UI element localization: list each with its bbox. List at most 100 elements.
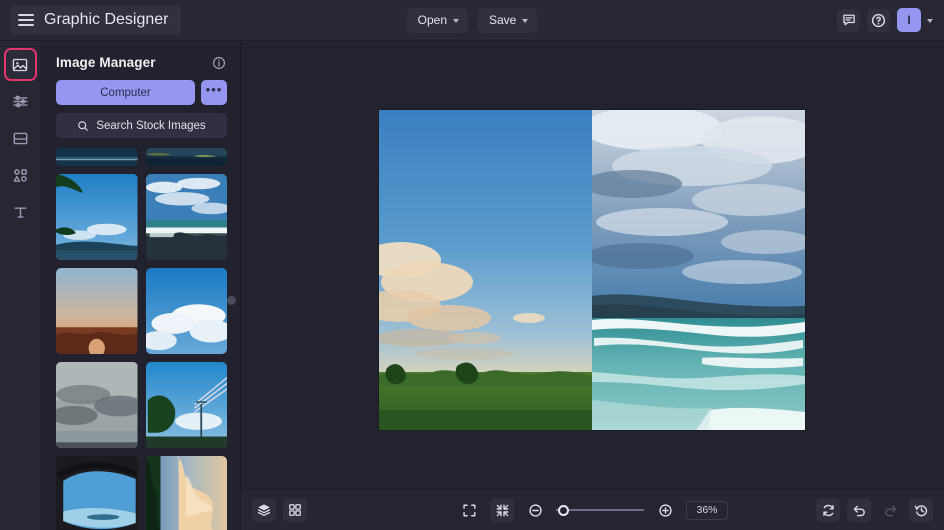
undo-arrow-icon [853,505,865,516]
tool-rail [0,41,41,530]
thumb-palm-shore-clip [145,148,227,166]
avatar-initial: I [907,13,911,27]
app-menu-button[interactable]: Graphic Designer [10,5,181,35]
chevron-down-icon [522,18,529,23]
text-t-icon [14,207,26,218]
redo-button[interactable] [878,498,902,522]
panel-header: Image Manager [41,41,240,78]
header-right-group: I [837,8,933,32]
artboard-image-left[interactable] [379,110,592,430]
avatar[interactable]: I [897,8,921,32]
canvas-viewport[interactable] [241,41,944,489]
search-stock-images-button[interactable]: Search Stock Images [56,113,227,138]
canvas-area: 36% [241,41,944,530]
comment-icon [842,14,855,26]
collapse-arrows-icon [496,504,508,516]
undo-button[interactable] [847,498,871,522]
zoom-in-button[interactable] [653,498,677,522]
list-item[interactable] [56,362,138,448]
sliders-icon [12,95,28,108]
help-circle-icon [871,13,886,27]
search-stock-images-label: Search Stock Images [96,119,206,132]
grid-button[interactable] [283,498,307,522]
reset-button[interactable] [816,498,840,522]
layout-frame-icon [13,132,27,145]
open-menu-button[interactable]: Open [406,7,468,33]
list-item[interactable] [145,456,227,530]
redo-arrow-icon [884,505,896,516]
grid-icon [289,504,301,516]
more-options-label: ••• [205,82,223,97]
thumb-power-lines-tree-sky [145,362,227,448]
save-menu-label: Save [489,13,517,27]
zoom-slider-thumb[interactable] [558,504,569,516]
bottom-left-tools [252,498,307,522]
thumb-blue-sky-white-clouds [145,268,227,354]
bottom-right-tools [816,498,933,522]
sidebar-item-shapes[interactable] [7,162,34,189]
zoom-slider-track [556,509,644,511]
list-item[interactable] [56,174,138,260]
thumb-car-window-sky [56,456,138,530]
more-options-button[interactable]: ••• [201,80,227,105]
save-menu-button[interactable]: Save [478,7,538,33]
thumbnail-grid [41,148,240,530]
zoom-slider[interactable] [556,503,644,517]
image-manager-panel: Image Manager Computer ••• Search Stock … [41,41,241,530]
list-item[interactable] [145,268,227,354]
search-icon [78,120,89,131]
list-item[interactable] [145,148,227,166]
zoom-out-button[interactable] [523,498,547,522]
sidebar-item-text[interactable] [7,199,34,226]
thumb-rocky-surf-clouds [145,174,227,260]
list-item[interactable] [56,148,138,166]
sidebar-item-layout[interactable] [7,125,34,152]
minus-circle-icon [528,503,542,517]
sunset-clouds-over-grass-field-image [379,110,592,430]
chevron-down-icon[interactable] [927,18,933,23]
sidebar-item-adjustments[interactable] [7,88,34,115]
info-circle-icon[interactable] [212,56,226,70]
refresh-icon [822,504,834,516]
layers-button[interactable] [252,498,276,522]
bottom-toolbar: 36% [241,489,944,530]
image-icon [12,58,28,71]
sidebar-item-images[interactable] [3,48,37,81]
thumb-palm-frond-blue-sky [56,174,138,260]
artboard-image-right[interactable] [592,110,805,430]
list-item[interactable] [145,174,227,260]
clock-history-icon [914,504,927,516]
artboard[interactable] [379,110,805,430]
list-item[interactable] [56,268,138,354]
chevron-down-icon [453,18,459,23]
thumb-golden-cloud-vertical [145,456,227,530]
help-button[interactable] [867,8,890,32]
thumb-ocean-horizon-clip [56,148,138,166]
hamburger-icon [18,14,34,26]
open-menu-label: Open [417,13,447,27]
zoom-level-field[interactable]: 36% [686,500,728,520]
panel-scroll-handle[interactable] [227,296,236,305]
shapes-icon [13,169,27,182]
computer-button-label: Computer [100,86,151,99]
comment-button[interactable] [837,8,860,32]
app-window: Graphic Designer Open Save I Image Manag… [0,0,944,530]
app-body: Image Manager Computer ••• Search Stock … [0,41,944,530]
thumb-sunset-canyon [56,268,138,354]
thumb-grey-overcast-clouds [56,362,138,448]
panel-action-row: Computer ••• [41,78,240,105]
fit-screen-button[interactable] [457,498,481,522]
zoom-to-fit-button[interactable] [490,498,514,522]
layers-icon [257,504,271,516]
computer-button[interactable]: Computer [56,80,195,105]
expand-frame-icon [462,504,475,516]
app-header: Graphic Designer Open Save I [0,0,944,41]
list-item[interactable] [56,456,138,530]
beach-surf-under-cloudy-sky-image [592,110,805,430]
history-button[interactable] [909,498,933,522]
plus-circle-icon [658,503,672,517]
zoom-level-value: 36% [696,504,718,516]
list-item[interactable] [145,362,227,448]
page-title: Image Manager [56,55,156,70]
app-title: Graphic Designer [44,11,169,28]
